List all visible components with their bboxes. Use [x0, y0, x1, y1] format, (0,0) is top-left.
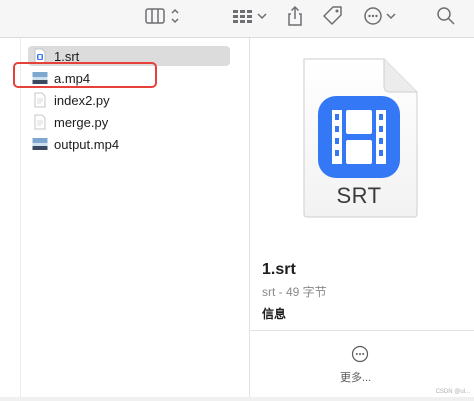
tag-icon	[323, 6, 342, 25]
file-name: merge.py	[54, 114, 109, 130]
preview-info-heading: 信息	[262, 307, 287, 321]
preview-file-meta: srt - 49 字节	[262, 285, 327, 299]
file-name: output.mp4	[54, 136, 120, 152]
more-actions-button[interactable]	[362, 4, 402, 28]
sidebar-columns-icon	[145, 8, 179, 24]
group-button[interactable]	[230, 4, 270, 28]
finder-content: 1.srt a.mp4 index2.py merge.py output.mp…	[0, 38, 474, 401]
bottom-bar	[0, 397, 474, 401]
preview-file-name: 1.srt	[262, 261, 296, 278]
preview-separator	[250, 330, 474, 331]
tag-button[interactable]	[320, 4, 346, 28]
preview-pane: SRT 1.srt srt - 49 字节 信息 更多... CSDN @ul.…	[250, 38, 474, 401]
finder-toolbar	[0, 0, 474, 38]
file-list: 1.srt a.mp4 index2.py merge.py output.mp…	[24, 42, 230, 382]
document-type-label: SRT	[336, 183, 382, 208]
file-row-output-mp4[interactable]: output.mp4	[28, 134, 230, 154]
view-toggle-button[interactable]	[143, 4, 183, 28]
more-label[interactable]: 更多...	[340, 369, 371, 385]
file-name: index2.py	[54, 92, 110, 108]
file-row-index2-py[interactable]: index2.py	[28, 90, 230, 110]
share-button[interactable]	[283, 4, 307, 28]
ellipsis-circle-icon	[351, 345, 369, 363]
watermark: CSDN @ul...	[435, 389, 470, 395]
video-file-icon	[32, 138, 48, 150]
ellipsis-circle-icon	[364, 7, 396, 25]
share-icon	[288, 5, 302, 26]
file-row-merge-py[interactable]: merge.py	[28, 112, 230, 132]
grid-group-icon	[233, 10, 267, 23]
annotation-highlight-box	[13, 62, 157, 88]
search-icon	[437, 7, 455, 25]
python-file-icon	[34, 92, 46, 108]
search-button[interactable]	[426, 4, 466, 28]
more-button[interactable]	[346, 340, 374, 368]
sidebar-divider	[20, 38, 21, 401]
python-file-icon	[34, 114, 46, 130]
